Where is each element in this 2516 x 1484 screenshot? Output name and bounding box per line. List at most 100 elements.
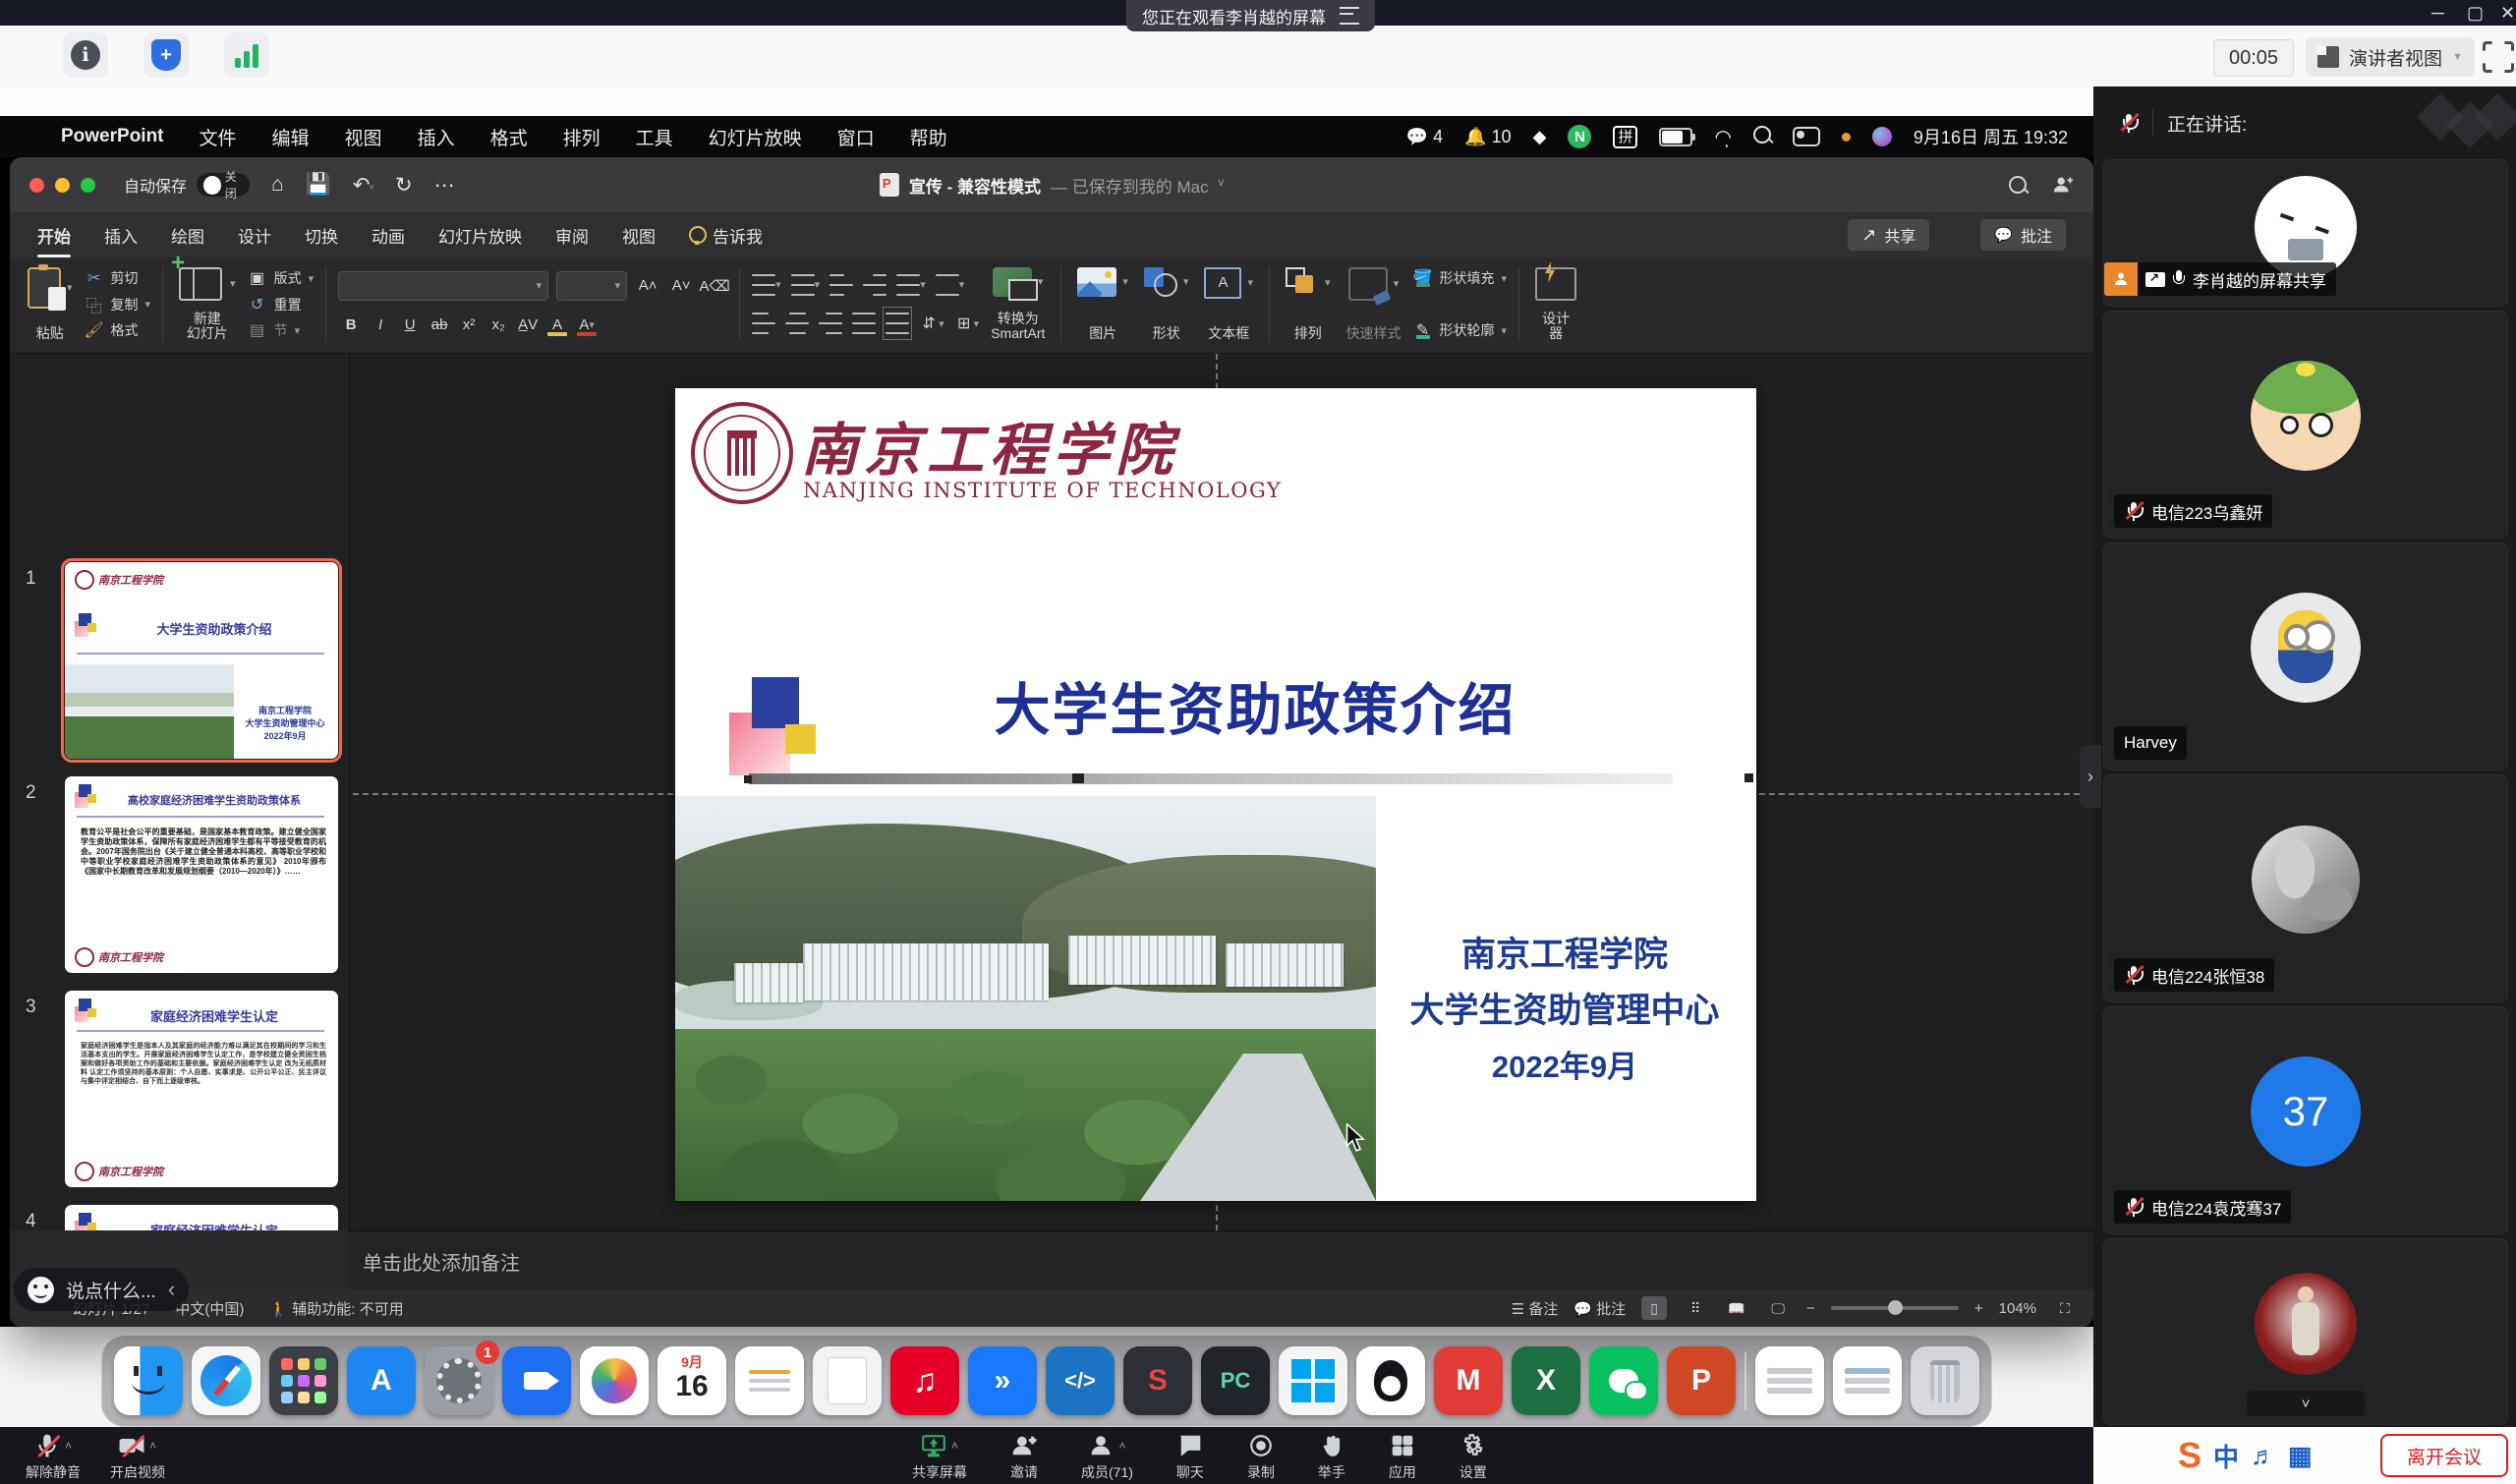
tab-design[interactable]: 设计 (238, 212, 271, 257)
mac-close-button[interactable] (29, 178, 44, 193)
control-center-icon[interactable] (1793, 127, 1820, 146)
line-spacing-button[interactable]: ▾ (896, 271, 926, 299)
siri-icon[interactable] (1872, 127, 1892, 146)
bullets-button[interactable]: ▾ (752, 271, 781, 299)
underline-button[interactable]: U (397, 312, 423, 337)
shape-outline-button[interactable]: ✎形状轮廓▾ (1413, 317, 1508, 343)
maximize-button[interactable]: ▢ (2467, 0, 2484, 26)
macos-dock[interactable]: A 1 9月16 ♫ » </> S PC M X P (101, 1335, 1992, 1427)
participant-tile[interactable]: 37 电信224袁茂骞37 (2103, 1006, 2508, 1234)
zoom-slider[interactable] (1831, 1306, 1959, 1310)
tab-tellme[interactable]: 告诉我 (689, 212, 763, 257)
layout-button[interactable]: ▣版式▾ (248, 265, 314, 291)
shapes-button[interactable]: ▾ 形状 (1136, 263, 1197, 345)
reading-view-button[interactable]: 📖 (1724, 1296, 1749, 1320)
mac-minimize-button[interactable] (55, 178, 70, 193)
tab-view[interactable]: 视图 (622, 212, 656, 257)
network-quality-button[interactable] (224, 32, 269, 78)
language-indicator[interactable]: 中文(中国) (175, 1298, 244, 1319)
unmute-button[interactable]: ˄ 解除静音 (26, 1427, 81, 1482)
spotlight-icon[interactable] (1753, 126, 1771, 148)
highlight-color-button[interactable]: A (544, 312, 570, 337)
subscript-button[interactable]: x₂ (486, 312, 511, 337)
text-direction-button[interactable]: ⇵▾ (919, 314, 944, 333)
align-right-button[interactable] (819, 310, 842, 337)
slide-title[interactable]: 大学生资助政策介绍 (921, 665, 1589, 746)
dock-photos-icon[interactable] (580, 1346, 649, 1415)
emoji-icon[interactable] (28, 1277, 54, 1303)
comments-toggle[interactable]: 💬 批注 (1573, 1298, 1626, 1319)
battery-icon[interactable] (1659, 128, 1692, 146)
notes-toggle[interactable]: ☰ 备注 (1512, 1298, 1559, 1319)
utility-status-icon[interactable]: ◆ (1533, 127, 1547, 147)
tab-transitions[interactable]: 切换 (305, 212, 338, 257)
search-icon[interactable] (2009, 176, 2027, 194)
zoom-percent[interactable]: 104% (1999, 1300, 2036, 1317)
italic-button[interactable]: I (368, 312, 393, 337)
clear-format-button[interactable]: A⌫ (702, 273, 727, 299)
quick-styles-button[interactable]: ▾ 快速样式 (1339, 263, 1409, 345)
menu-format[interactable]: 格式 (490, 124, 528, 150)
dock-meeting-app-icon[interactable] (502, 1346, 571, 1415)
share-screen-button[interactable]: ˄ 共享屏幕 (912, 1427, 967, 1482)
outdent-button[interactable] (829, 271, 853, 299)
chat-input-pill[interactable]: 说点什么... ‹ (14, 1268, 189, 1311)
cut-button[interactable]: ✂剪切 (85, 265, 151, 291)
dock-excel-icon[interactable]: X (1512, 1346, 1580, 1415)
menu-insert[interactable]: 插入 (418, 124, 455, 150)
dock-textedit-icon[interactable] (813, 1346, 882, 1415)
textbox-button[interactable]: A▾ 文本框 (1196, 263, 1261, 345)
members-button[interactable]: ˄ 成员(71) (1081, 1427, 1133, 1482)
minimize-button[interactable]: ─ (2431, 0, 2444, 26)
redo-icon[interactable]: ↻ (395, 173, 413, 198)
banner-menu-icon[interactable] (1340, 7, 1359, 25)
tab-slideshow[interactable]: 幻灯片放映 (438, 212, 522, 257)
apps-button[interactable]: 应用 (1389, 1427, 1416, 1482)
shape-fill-button[interactable]: 🪣形状填充▾ (1413, 265, 1508, 291)
dock-thunder-icon[interactable]: » (968, 1346, 1037, 1415)
align-left-button[interactable] (752, 310, 775, 337)
dock-parallels-icon[interactable] (1279, 1346, 1347, 1415)
wechat-status-icon[interactable]: 💬4 (1406, 127, 1443, 147)
presenter-view-dropdown[interactable]: 演讲者视图 ▼ (2306, 37, 2475, 77)
participant-tile[interactable]: ˅ (2103, 1238, 2508, 1425)
menu-window[interactable]: 窗口 (837, 124, 875, 150)
menu-tools[interactable]: 工具 (636, 124, 673, 150)
notes-pane[interactable]: 单击此处添加备注 (349, 1230, 2093, 1290)
security-button[interactable]: + (143, 32, 189, 78)
scroll-down-chevron[interactable]: ˅ (2247, 1391, 2365, 1416)
slide-thumbnail-4[interactable]: 家庭经济困难学生认定 一、申请材料 每年9月初开学时，通过“江苏学生资助”微信公… (65, 1205, 338, 1230)
zoom-in-button[interactable]: + (1974, 1300, 1983, 1317)
strikethrough-button[interactable]: ab (427, 312, 452, 337)
dock-pycharm-icon[interactable]: PC (1201, 1346, 1270, 1415)
normal-view-button[interactable]: ▯ (1641, 1296, 1667, 1320)
dock-powerpoint-icon[interactable]: P (1667, 1346, 1736, 1415)
menubar-clock[interactable]: 9月16日 周五 19:32 (1914, 124, 2068, 149)
autosave-toggle[interactable]: 关闭 (197, 173, 250, 197)
menu-edit[interactable]: 编辑 (272, 124, 310, 150)
distribute-button[interactable] (886, 310, 909, 337)
dock-notes-icon[interactable] (735, 1346, 804, 1415)
dock-minimized-window-2[interactable] (1833, 1346, 1902, 1415)
screen-watch-banner[interactable]: 您正在观看李肖越的屏幕 (1126, 0, 1375, 31)
dock-dark-app-icon[interactable]: S (1123, 1346, 1192, 1415)
shape-handle[interactable] (1072, 773, 1084, 783)
slide-thumbnail-1[interactable]: 南京工程学院 大学生资助政策介绍 南京工程学院大学生资助管理中心2022年9月 (65, 562, 338, 759)
dock-calendar-icon[interactable]: 9月16 (658, 1346, 726, 1415)
save-icon[interactable]: 💾 (306, 173, 331, 197)
copy-button[interactable]: ⿻复制▾ (85, 292, 151, 317)
reset-button[interactable]: ↺重置 (248, 292, 314, 317)
menu-arrange[interactable]: 排列 (563, 124, 600, 150)
tab-insert[interactable]: 插入 (104, 212, 138, 257)
dock-launchpad-icon[interactable] (269, 1346, 338, 1415)
dock-safari-icon[interactable] (192, 1346, 260, 1415)
mac-zoom-button[interactable] (81, 178, 95, 193)
dock-vscode-icon[interactable]: </> (1046, 1346, 1115, 1415)
wifi-icon[interactable]: ◠̣ (1714, 125, 1731, 149)
record-button[interactable]: 录制 (1247, 1427, 1275, 1482)
dock-red-m-app-icon[interactable]: M (1434, 1346, 1503, 1415)
share-button[interactable]: ↗共享 (1848, 219, 1929, 251)
slide-canvas[interactable]: 南京工程学院 NANJING INSTITUTE OF TECHNOLOGY 大… (675, 388, 1756, 1201)
section-button[interactable]: ▤节▾ (248, 317, 314, 343)
designer-button[interactable]: 设计器 (1527, 263, 1584, 345)
